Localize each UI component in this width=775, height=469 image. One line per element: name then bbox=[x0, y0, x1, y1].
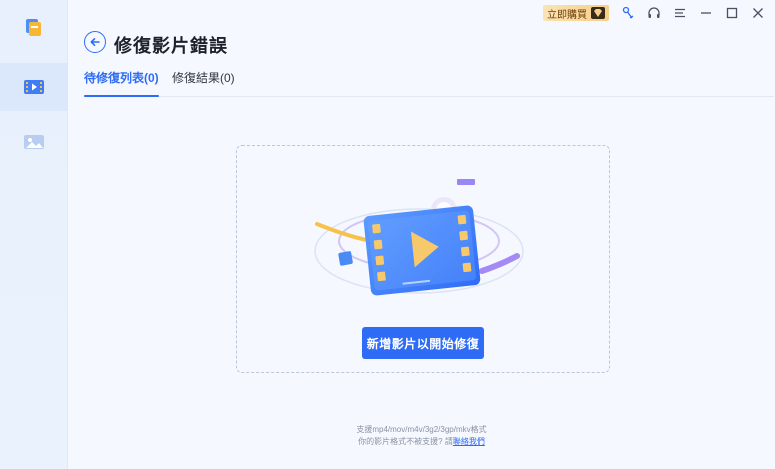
back-arrow-icon bbox=[90, 38, 100, 46]
maximize-icon[interactable] bbox=[721, 3, 743, 23]
tab-pending-list[interactable]: 待修復列表(0) bbox=[84, 70, 159, 97]
close-icon[interactable] bbox=[747, 3, 769, 23]
tab-repair-results[interactable]: 修復結果(0) bbox=[172, 70, 235, 97]
video-player-icon bbox=[307, 176, 527, 316]
minimize-icon[interactable] bbox=[695, 3, 717, 23]
headset-icon[interactable] bbox=[643, 3, 665, 23]
app-logo-icon bbox=[22, 16, 44, 38]
tab-label: 待修復列表 bbox=[84, 71, 145, 85]
add-video-button[interactable]: 新增影片以開始修復 bbox=[362, 327, 484, 359]
unsupported-question: 你的影片格式不被支援? 請 bbox=[358, 437, 453, 446]
tab-bar: 待修復列表(0) 修復結果(0) bbox=[84, 70, 774, 97]
sidebar bbox=[0, 0, 68, 469]
page-title: 修復影片錯誤 bbox=[114, 36, 228, 56]
supported-formats-text: 支援mp4/mov/m4v/3g2/3gp/mkv格式 bbox=[356, 425, 487, 434]
menu-icon[interactable] bbox=[669, 3, 691, 23]
tab-count: (0) bbox=[144, 71, 159, 85]
buy-button-label: 立即購買 bbox=[547, 9, 587, 21]
vip-diamond-icon bbox=[591, 7, 605, 19]
back-button[interactable] bbox=[84, 31, 106, 53]
buy-button[interactable]: 立即購買 bbox=[543, 5, 609, 21]
tab-count: (0) bbox=[220, 71, 235, 85]
broom-icon[interactable] bbox=[617, 3, 639, 23]
contact-us-link[interactable]: 聯絡我們 bbox=[453, 437, 485, 446]
video-film-icon bbox=[24, 80, 44, 94]
sidebar-item-photo-repair[interactable] bbox=[0, 118, 68, 166]
titlebar-controls: 立即購買 bbox=[543, 3, 769, 23]
sidebar-item-video-repair[interactable] bbox=[0, 63, 68, 111]
unsupported-format-text: 你的影片格式不被支援? 請聯絡我們 bbox=[68, 436, 775, 447]
tab-label: 修復結果 bbox=[172, 71, 221, 85]
video-dropzone[interactable]: 新增影片以開始修復 bbox=[236, 145, 610, 373]
image-icon bbox=[24, 135, 44, 149]
main-panel: 立即購買 修復影片錯誤 待修復列表(0) 修復結果(0) 新增影片以開始修復 支… bbox=[68, 0, 775, 469]
